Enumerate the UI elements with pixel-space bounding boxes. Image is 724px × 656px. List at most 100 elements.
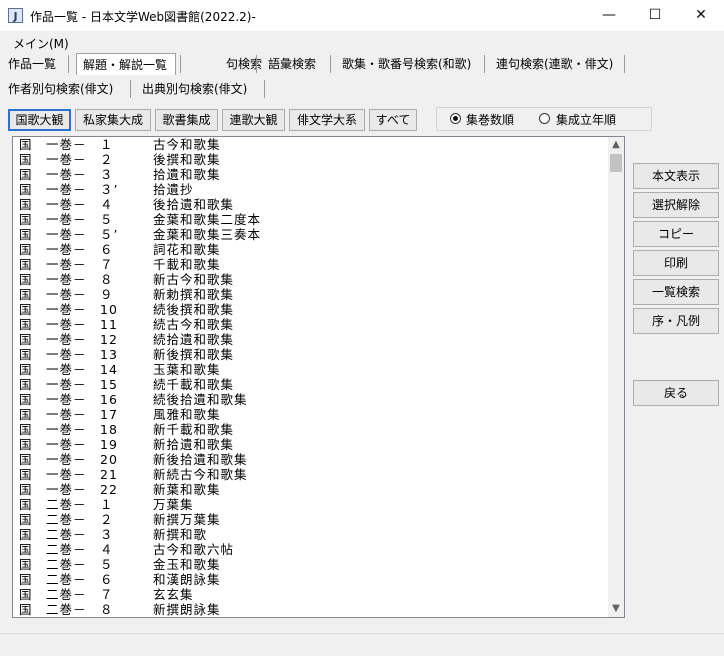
list-item[interactable]: 国 二巻－ ３ 新撰和歌 <box>13 527 608 542</box>
list-item[interactable]: 国 二巻－ １ 万葉集 <box>13 497 608 512</box>
list-item-code: 国 一巻－ 19 <box>19 437 118 452</box>
sort-radio-volume-order[interactable] <box>450 113 461 124</box>
minimize-button[interactable]: — <box>586 0 632 31</box>
list-item[interactable]: 国 一巻－ ２ 後撰和歌集 <box>13 152 608 167</box>
tab-vocabulary-search[interactable]: 語彙検索 <box>262 53 322 75</box>
list-item[interactable]: 国 一巻－ 16 続後拾遺和歌集 <box>13 392 608 407</box>
list-item[interactable]: 国 一巻－ ７ 千載和歌集 <box>13 257 608 272</box>
list-item[interactable]: 国 二巻－ ８ 新撰朗詠集 <box>13 602 608 617</box>
list-item-code: 国 一巻－ ４ <box>19 197 114 212</box>
list-item-title: 詞花和歌集 <box>153 242 221 257</box>
close-button[interactable]: ✕ <box>678 0 724 31</box>
list-item[interactable]: 国 一巻－ ６ 詞花和歌集 <box>13 242 608 257</box>
list-item-code: 国 一巻－ 10 <box>19 302 118 317</box>
list-item[interactable]: 国 一巻－ 20 新後拾遺和歌集 <box>13 452 608 467</box>
list-item[interactable]: 国 一巻－ 18 新千載和歌集 <box>13 422 608 437</box>
list-item[interactable]: 国 一巻－ ３’ 拾遺抄 <box>13 182 608 197</box>
list-item[interactable]: 国 一巻－ 17 風雅和歌集 <box>13 407 608 422</box>
list-item[interactable]: 国 一巻－ 22 新葉和歌集 <box>13 482 608 497</box>
list-item-title: 風雅和歌集 <box>153 407 221 422</box>
list-item[interactable]: 国 一巻－ 10 続後撰和歌集 <box>13 302 608 317</box>
list-item-title: 新撰朗詠集 <box>153 602 221 617</box>
list-item-title: 続古今和歌集 <box>153 317 235 332</box>
source-button-kokka-taikan[interactable]: 国歌大観 <box>8 109 71 131</box>
list-item-title: 拾遺和歌集 <box>153 167 221 182</box>
list-item[interactable]: 国 一巻－ ８ 新古今和歌集 <box>13 272 608 287</box>
list-item-code: 国 一巻－ ７ <box>19 257 114 272</box>
list-item-title: 古今和歌集 <box>153 137 221 152</box>
tab-poem-number-search[interactable]: 歌集・歌番号検索(和歌) <box>336 53 477 75</box>
list-item-code: 国 一巻－ 18 <box>19 422 118 437</box>
list-item[interactable]: 国 一巻－ ４ 後拾遺和歌集 <box>13 197 608 212</box>
list-item-title: 新古今和歌集 <box>153 272 235 287</box>
copy-button[interactable]: コピー <box>633 221 719 247</box>
list-item-code: 国 一巻－ 20 <box>19 452 118 467</box>
menu-item-main[interactable]: メイン(M) <box>13 35 69 52</box>
works-listbox[interactable]: 国 一巻－ １ 古今和歌集国 一巻－ ２ 後撰和歌集国 一巻－ ３ 拾遺和歌集国 一巻… <box>12 136 625 618</box>
list-search-button[interactable]: 一覧検索 <box>633 279 719 305</box>
clear-selection-button[interactable]: 選択解除 <box>633 192 719 218</box>
list-item[interactable]: 国 一巻－ 13 新後撰和歌集 <box>13 347 608 362</box>
list-item-code: 国 一巻－ 14 <box>19 362 118 377</box>
source-button-haibungaku-taikei[interactable]: 俳文学大系 <box>289 109 365 131</box>
list-item-title: 続拾遺和歌集 <box>153 332 235 347</box>
list-item-title: 万葉集 <box>153 497 194 512</box>
scrollbar-track[interactable] <box>608 137 624 617</box>
list-item[interactable]: 国 一巻－ ５’ 金葉和歌集三奏本 <box>13 227 608 242</box>
list-item[interactable]: 国 一巻－ ５ 金葉和歌集二度本 <box>13 212 608 227</box>
source-button-shikashu-taisei[interactable]: 私家集大成 <box>75 109 151 131</box>
list-item[interactable]: 国 一巻－ 21 新続古今和歌集 <box>13 467 608 482</box>
list-item-title: 新千載和歌集 <box>153 422 235 437</box>
list-item-code: 国 一巻－ ３’ <box>19 182 119 197</box>
list-item-code: 国 一巻－ 21 <box>19 467 118 482</box>
maximize-button[interactable]: ☐ <box>632 0 678 31</box>
tab-separator <box>264 80 265 98</box>
scrollbar-thumb[interactable] <box>610 154 622 172</box>
list-item-code: 国 一巻－ ５’ <box>19 227 119 242</box>
list-item-title: 新続古今和歌集 <box>153 467 248 482</box>
back-button[interactable]: 戻る <box>633 380 719 406</box>
scroll-down-icon[interactable]: ▼ <box>608 601 624 617</box>
tab-source-verse-search[interactable]: 出典別句検索(俳文) <box>136 78 253 100</box>
list-item[interactable]: 国 二巻－ ４ 古今和歌六帖 <box>13 542 608 557</box>
list-item[interactable]: 国 一巻－ 14 玉葉和歌集 <box>13 362 608 377</box>
status-bar <box>0 633 724 656</box>
list-item[interactable]: 国 二巻－ ６ 和漢朗詠集 <box>13 572 608 587</box>
list-item[interactable]: 国 一巻－ ９ 新勅撰和歌集 <box>13 287 608 302</box>
list-item-title: 続後撰和歌集 <box>153 302 235 317</box>
source-button-kasho-shusei[interactable]: 歌書集成 <box>155 109 218 131</box>
tab-separator <box>180 55 181 73</box>
preface-notes-button[interactable]: 序・凡例 <box>633 308 719 334</box>
show-text-button[interactable]: 本文表示 <box>633 163 719 189</box>
tab-separator <box>330 55 331 73</box>
list-item[interactable]: 国 一巻－ ３ 拾遺和歌集 <box>13 167 608 182</box>
list-item-title: 新葉和歌集 <box>153 482 221 497</box>
list-item[interactable]: 国 一巻－ 11 続古今和歌集 <box>13 317 608 332</box>
tab-author-verse-search[interactable]: 作者別句検索(俳文) <box>2 78 119 100</box>
list-item[interactable]: 国 二巻－ ５ 金玉和歌集 <box>13 557 608 572</box>
list-item-code: 国 一巻－ ２ <box>19 152 114 167</box>
sort-radio-year-order[interactable] <box>539 113 550 124</box>
list-item-code: 国 一巻－ ３ <box>19 167 114 182</box>
source-button-all[interactable]: すべて <box>369 109 417 131</box>
list-item[interactable]: 国 二巻－ ２ 新撰万葉集 <box>13 512 608 527</box>
tab-separator <box>484 55 485 73</box>
list-item-code: 国 二巻－ １ <box>19 497 114 512</box>
list-item[interactable]: 国 一巻－ １ 古今和歌集 <box>13 137 608 152</box>
scroll-up-icon[interactable]: ▲ <box>608 137 624 153</box>
tab-verse-search[interactable]: 句検索 <box>220 53 268 75</box>
list-item-title: 新撰万葉集 <box>153 512 221 527</box>
list-item-code: 国 二巻－ ７ <box>19 587 114 602</box>
tab-renku-search[interactable]: 連句検索(連歌・俳文) <box>490 53 619 75</box>
list-item-title: 和漢朗詠集 <box>153 572 221 587</box>
list-item-code: 国 二巻－ ２ <box>19 512 114 527</box>
tab-works-list[interactable]: 作品一覧 <box>2 53 62 75</box>
list-item[interactable]: 国 一巻－ 19 新拾遺和歌集 <box>13 437 608 452</box>
list-item[interactable]: 国 一巻－ 15 続千載和歌集 <box>13 377 608 392</box>
list-item[interactable]: 国 二巻－ ７ 玄玄集 <box>13 587 608 602</box>
print-button[interactable]: 印刷 <box>633 250 719 276</box>
source-button-renga-taikan[interactable]: 連歌大観 <box>222 109 285 131</box>
list-item-code: 国 一巻－ 22 <box>19 482 118 497</box>
list-item[interactable]: 国 一巻－ 12 続拾遺和歌集 <box>13 332 608 347</box>
tab-commentary-list[interactable]: 解題・解説一覧 <box>76 53 176 75</box>
